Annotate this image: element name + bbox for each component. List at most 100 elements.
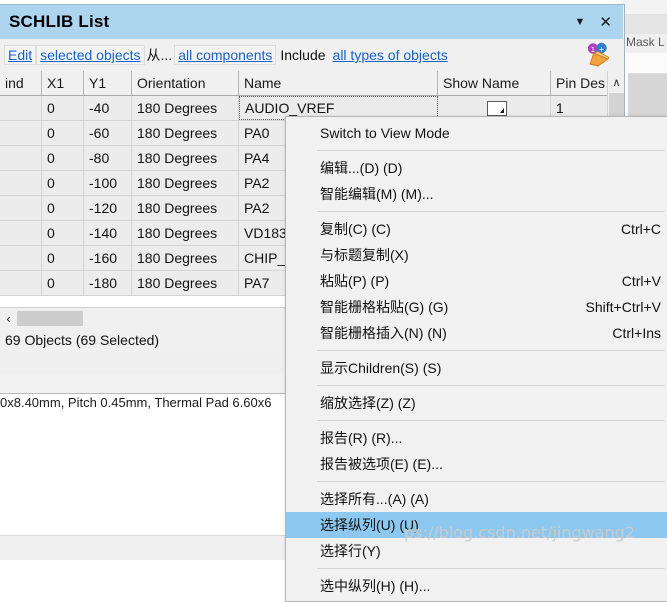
cell-kind[interactable] xyxy=(0,96,42,120)
cell-x1[interactable]: 0 xyxy=(42,246,84,270)
cell-x1[interactable]: 0 xyxy=(42,121,84,145)
cell-kind[interactable] xyxy=(0,221,42,245)
menu-item-switch-to-view-mode[interactable]: Switch to View Mode xyxy=(286,120,667,146)
menu-item-report[interactable]: 报告(R) (R)... xyxy=(286,425,667,451)
edit-pins-icon[interactable]: 1 + xyxy=(584,42,614,68)
pcb-toolbar-row-1 xyxy=(621,0,667,15)
menu-item-label: 选择行(Y) xyxy=(320,543,381,559)
cell-y1[interactable]: -160 xyxy=(84,246,132,270)
cell-kind[interactable] xyxy=(0,246,42,270)
menu-separator xyxy=(317,211,665,212)
include-label: Include xyxy=(280,47,326,63)
menu-item-label: 报告被选项(E) (E)... xyxy=(320,456,443,472)
cell-orientation[interactable]: 180 Degrees xyxy=(132,121,239,145)
menu-item-copy[interactable]: 复制(C) (C) Ctrl+C xyxy=(286,216,667,242)
chevron-down-icon[interactable]: ▼ xyxy=(575,16,586,28)
menu-item-label: 选中纵列(H) (H)... xyxy=(320,578,431,594)
cell-kind[interactable] xyxy=(0,196,42,220)
cell-y1[interactable]: -40 xyxy=(84,96,132,120)
cell-x1[interactable]: 0 xyxy=(42,171,84,195)
column-header-name[interactable]: Name xyxy=(239,71,438,95)
menu-item-label: 智能栅格粘贴(G) (G) xyxy=(320,299,449,315)
menu-item-show-children[interactable]: 显示Children(S) (S) xyxy=(286,355,667,381)
menu-item-select-in-column[interactable]: 选中纵列(H) (H)... xyxy=(286,573,667,599)
menu-separator xyxy=(317,481,665,482)
menu-item-smart-grid-paste[interactable]: 智能栅格粘贴(G) (G) Shift+Ctrl+V xyxy=(286,294,667,320)
column-header-y1[interactable]: Y1 xyxy=(84,71,132,95)
cell-orientation[interactable]: 180 Degrees xyxy=(132,221,239,245)
column-header-kind[interactable]: ind xyxy=(0,71,42,95)
show-name-dropdown[interactable] xyxy=(486,100,507,116)
title-bar-buttons: ▼ ✕ xyxy=(575,15,623,30)
cell-kind[interactable] xyxy=(0,121,42,145)
page-title: SCHLIB List xyxy=(9,12,110,31)
cell-x1[interactable]: 0 xyxy=(42,196,84,220)
cell-x1[interactable]: 0 xyxy=(42,271,84,295)
cell-x1[interactable]: 0 xyxy=(42,146,84,170)
menu-item-smart-edit[interactable]: 智能编辑(M) (M)... xyxy=(286,181,667,207)
cell-orientation[interactable]: 180 Degrees xyxy=(132,96,239,120)
cell-orientation[interactable]: 180 Degrees xyxy=(132,196,239,220)
menu-separator xyxy=(317,568,665,569)
menu-separator xyxy=(317,420,665,421)
filter-bar: Edit selected objects 从... all component… xyxy=(0,39,623,72)
cell-x1[interactable]: 0 xyxy=(42,96,84,120)
menu-item-label: 显示Children(S) (S) xyxy=(320,360,442,376)
menu-item-report-selected[interactable]: 报告被选项(E) (E)... xyxy=(286,451,667,477)
column-header-show-name[interactable]: Show Name xyxy=(438,71,551,95)
menu-item-edit[interactable]: 编辑...(D) (D) xyxy=(286,155,667,181)
cell-orientation[interactable]: 180 Degrees xyxy=(132,171,239,195)
menu-item-smart-grid-insert[interactable]: 智能栅格插入(N) (N) Ctrl+Ins xyxy=(286,320,667,346)
menu-item-label: 选择所有...(A) (A) xyxy=(320,491,429,507)
menu-item-select-column[interactable]: 选择纵列(U) (U) xyxy=(286,512,667,538)
menu-item-label: 选择纵列(U) (U) xyxy=(320,517,419,533)
components-scope-link[interactable]: all components xyxy=(174,45,277,65)
menu-item-label: 复制(C) (C) xyxy=(320,221,391,237)
object-types-link[interactable]: all types of objects xyxy=(330,46,451,64)
cell-y1[interactable]: -180 xyxy=(84,271,132,295)
filter-expression: Edit selected objects 从... all component… xyxy=(4,44,451,66)
menu-item-label: 智能栅格插入(N) (N) xyxy=(320,325,447,341)
column-header-x1[interactable]: X1 xyxy=(42,71,84,95)
horizontal-scrollbar-thumb[interactable] xyxy=(17,310,83,326)
panel-title-bar: SCHLIB List ▼ ✕ xyxy=(0,5,623,39)
menu-item-paste[interactable]: 粘贴(P) (P) Ctrl+V xyxy=(286,268,667,294)
pcb-toolbar-row-2 xyxy=(621,14,667,35)
menu-item-label: 报告(R) (R)... xyxy=(320,430,403,446)
from-label: 从... xyxy=(146,47,173,63)
close-icon[interactable]: ✕ xyxy=(599,15,612,30)
edit-mode-link[interactable]: Edit xyxy=(4,45,37,65)
footprint-status-strip xyxy=(0,536,287,560)
scroll-up-icon[interactable]: ∧ xyxy=(608,71,625,93)
menu-item-select-row[interactable]: 选择行(Y) xyxy=(286,538,667,564)
footprint-toolbar-row-2 xyxy=(0,374,287,394)
menu-item-select-all[interactable]: 选择所有...(A) (A) xyxy=(286,486,667,512)
cell-y1[interactable]: -140 xyxy=(84,221,132,245)
cell-y1[interactable]: -100 xyxy=(84,171,132,195)
context-menu: Switch to View Mode 编辑...(D) (D) 智能编辑(M)… xyxy=(285,116,667,602)
menu-item-zoom-selection[interactable]: 缩放选择(Z) (Z) xyxy=(286,390,667,416)
cell-y1[interactable]: -80 xyxy=(84,146,132,170)
cell-kind[interactable] xyxy=(0,146,42,170)
menu-item-label: 粘贴(P) (P) xyxy=(320,273,390,289)
cell-orientation[interactable]: 180 Degrees xyxy=(132,146,239,170)
menu-item-label: 缩放选择(Z) (Z) xyxy=(320,395,416,411)
column-header-orientation[interactable]: Orientation xyxy=(132,71,239,95)
scroll-left-icon[interactable]: ‹ xyxy=(0,308,17,329)
menu-separator xyxy=(317,385,665,386)
cell-y1[interactable]: -120 xyxy=(84,196,132,220)
cell-orientation[interactable]: 180 Degrees xyxy=(132,246,239,270)
footprint-description: 0x8.40mm, Pitch 0.45mm, Thermal Pad 6.60… xyxy=(0,395,272,410)
menu-item-shortcut: Ctrl+Ins xyxy=(612,325,661,341)
menu-item-shortcut: Ctrl+C xyxy=(620,221,661,237)
cell-kind[interactable] xyxy=(0,271,42,295)
cell-kind[interactable] xyxy=(0,171,42,195)
cell-orientation[interactable]: 180 Degrees xyxy=(132,271,239,295)
menu-item-copy-with-header[interactable]: 与标题复制(X) xyxy=(286,242,667,268)
cell-x1[interactable]: 0 xyxy=(42,221,84,245)
menu-separator xyxy=(317,150,665,151)
cell-y1[interactable]: -60 xyxy=(84,121,132,145)
scope-link[interactable]: selected objects xyxy=(36,45,145,65)
pcb-panel-row xyxy=(621,53,667,74)
table-header-row: ind X1 Y1 Orientation Name Show Name Pin… xyxy=(0,71,623,96)
